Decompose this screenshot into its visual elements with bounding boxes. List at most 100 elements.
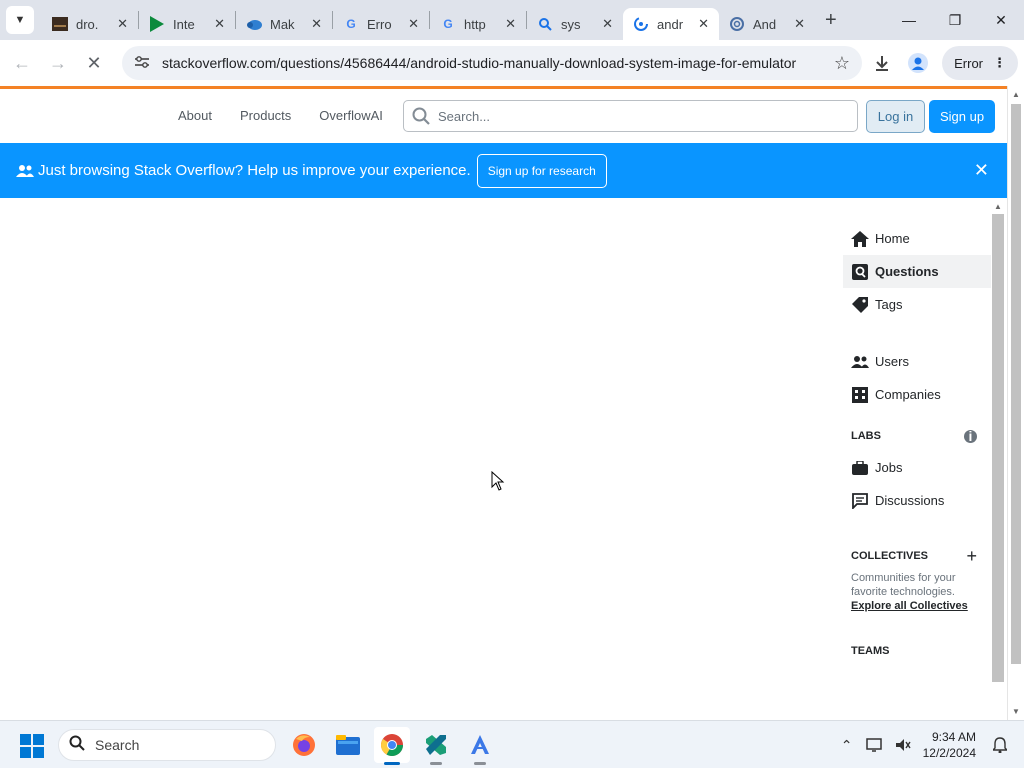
sidebar-item-label: Jobs [875,460,903,475]
tab-title: And [753,16,777,32]
close-icon[interactable]: ✕ [602,16,613,32]
scroll-down-arrow-icon[interactable]: ▼ [1012,707,1020,716]
teams-heading: TEAMS [843,636,991,666]
signup-button[interactable]: Sign up [929,100,995,133]
home-icon [851,230,869,248]
stop-loading-icon[interactable]: ✕ [76,45,112,81]
signup-research-button[interactable]: Sign up for research [476,153,607,188]
android-studio-icon[interactable] [462,727,498,765]
close-banner-icon[interactable]: ✕ [974,160,989,181]
download-icon[interactable] [864,45,900,81]
spiral-icon [729,16,745,32]
nav-overflowai[interactable]: OverflowAI [319,108,383,123]
sidebar-item-users[interactable]: Users [843,345,991,378]
page-scrollbar[interactable]: ▲ ▼ [1007,86,1024,720]
question-icon [851,263,869,281]
browser-tab[interactable]: G http ✕ [430,8,526,40]
login-button[interactable]: Log in [866,100,925,133]
sidebar-item-label: Companies [875,387,941,402]
minimize-icon[interactable]: — [886,0,932,40]
close-icon[interactable]: ✕ [408,16,419,32]
browser-tab-active[interactable]: andr ✕ [623,8,719,40]
nav-about[interactable]: About [178,108,212,123]
chevron-up-icon[interactable]: ⌃ [833,737,861,754]
scroll-up-arrow-icon[interactable]: ▲ [1012,90,1020,99]
search-icon [412,107,430,125]
window-close-icon[interactable]: ✕ [978,0,1024,40]
so-topbar: About Products OverflowAI Search... Log … [0,86,1007,143]
file-explorer-icon[interactable] [330,727,366,763]
taskbar-apps [286,727,498,765]
banner-message: Just browsing Stack Overflow? Help us im… [38,162,471,179]
sidebar-item-label: Questions [875,264,939,279]
site-info-icon[interactable] [134,55,156,72]
chevron-down-icon: ▼ [14,14,26,26]
windows-taskbar: Search ⌃ 9:34 AM 12/2/2024 [0,720,1024,768]
sidebar-item-label: Tags [875,297,903,312]
scroll-up-arrow-icon[interactable]: ▲ [994,202,1002,211]
close-icon[interactable]: ✕ [117,16,128,32]
firefox-icon[interactable] [286,727,322,763]
play-triangle-icon [149,16,165,32]
sidebar-item-discussions[interactable]: Discussions [843,484,991,517]
discussion-icon [851,492,869,510]
more-vert-icon: ⋮ [993,55,1006,70]
volume-icon[interactable] [889,738,917,752]
forward-arrow-icon[interactable]: → [40,45,76,81]
tab-title: Mak [270,16,295,32]
visual-studio-icon[interactable] [418,727,454,765]
taskbar-search[interactable]: Search [58,729,276,761]
new-tab-plus-icon[interactable]: + [825,9,837,32]
bookmark-star-icon[interactable]: ☆ [834,53,850,74]
labs-heading: LABS i [843,421,991,451]
browser-tab[interactable]: sys ✕ [527,8,623,40]
nav-products[interactable]: Products [240,108,291,123]
browser-tab[interactable]: And ✕ [719,8,815,40]
profile-avatar-icon[interactable] [900,45,936,81]
tab-title: Inte [173,16,195,32]
sidebar-item-jobs[interactable]: Jobs [843,451,991,484]
error-button[interactable]: Error ⋮ [942,46,1018,80]
info-icon[interactable]: i [964,428,977,444]
sidebar-item-home[interactable]: Home [843,222,991,255]
back-arrow-icon[interactable]: ← [4,45,40,81]
sidebar-item-tags[interactable]: Tags [843,288,991,321]
chrome-icon[interactable] [374,727,410,765]
building-icon [851,386,869,404]
briefcase-icon [851,459,869,477]
search-icon [537,16,553,32]
address-bar[interactable]: stackoverflow.com/questions/45686444/and… [122,46,862,80]
explore-collectives-link[interactable]: Explore all Collectives [843,600,991,612]
search-placeholder: Search... [438,108,491,124]
windows-start-icon[interactable] [20,734,44,763]
google-icon: G [443,17,453,31]
network-icon[interactable] [861,738,889,752]
users-icon [16,162,34,180]
sidebar-scrollbar[interactable]: ▲ [991,200,1005,685]
scroll-thumb[interactable] [992,214,1004,682]
sidebar-item-companies[interactable]: Companies [843,378,991,411]
search-input[interactable]: Search... [403,100,858,132]
google-icon: G [346,17,356,31]
notification-bell-icon[interactable] [986,737,1014,753]
image-thumb-icon [52,16,68,32]
tab-search-button[interactable]: ▼ [6,6,34,34]
tab-list: dro. ✕ Inte ✕ Mak ✕ G Erro ✕ G http ✕ sy… [42,0,837,40]
clock-time: 9:34 AM [931,730,976,744]
browser-tab[interactable]: dro. ✕ [42,8,138,40]
close-icon[interactable]: ✕ [794,16,805,32]
close-icon[interactable]: ✕ [698,16,709,32]
scroll-thumb[interactable] [1011,104,1021,664]
taskbar-clock[interactable]: 9:34 AM 12/2/2024 [923,729,976,761]
plus-icon[interactable]: + [966,546,977,567]
restore-icon[interactable]: ❐ [932,0,978,40]
browser-tab[interactable]: Inte ✕ [139,8,235,40]
browser-tab[interactable]: G Erro ✕ [333,8,429,40]
close-icon[interactable]: ✕ [214,16,225,32]
teams-heading-text: TEAMS [851,645,890,657]
close-icon[interactable]: ✕ [311,16,322,32]
mouse-cursor-icon [491,470,505,496]
close-icon[interactable]: ✕ [505,16,516,32]
browser-tab[interactable]: Mak ✕ [236,8,332,40]
sidebar-item-questions[interactable]: Questions [843,255,991,288]
